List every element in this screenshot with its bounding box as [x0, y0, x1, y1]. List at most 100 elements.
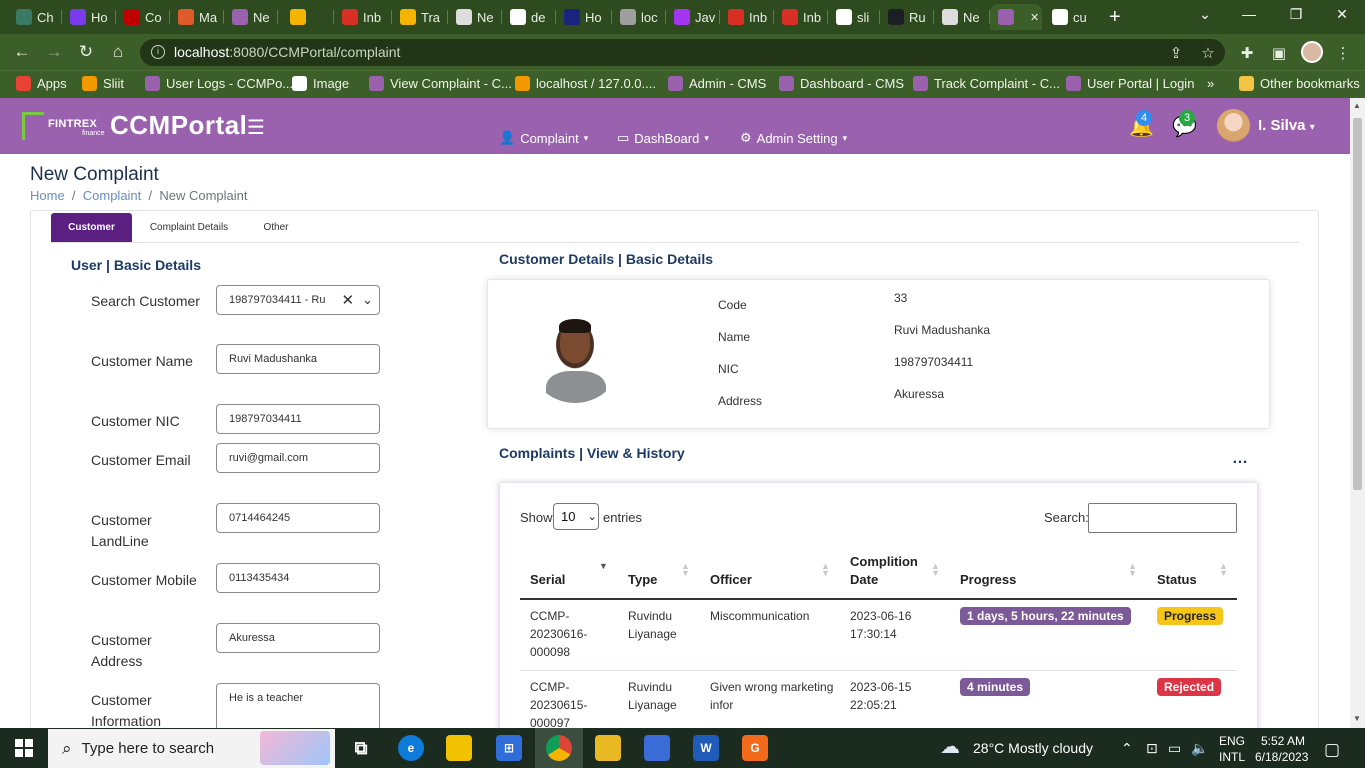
sidepanel-icon[interactable]: ▣: [1270, 44, 1288, 62]
sort-icon[interactable]: ▲ ▼: [821, 562, 830, 578]
browser-tab[interactable]: Ho: [62, 4, 114, 30]
bookmark-item[interactable]: localhost / 127.0.0....: [515, 76, 656, 91]
search-customer-select[interactable]: 198797034411 - Ru ✕ ⌄: [216, 285, 380, 315]
other-bookmarks[interactable]: Other bookmarks: [1239, 76, 1360, 91]
profile-avatar-icon[interactable]: [1301, 41, 1323, 63]
restore-button[interactable]: ❐: [1286, 6, 1306, 23]
bookmark-item[interactable]: View Complaint - C...: [369, 76, 512, 91]
browser-tab[interactable]: Ch: [8, 4, 60, 30]
tab-customer[interactable]: Customer: [51, 213, 132, 242]
pdf-app-icon[interactable]: G: [742, 735, 768, 761]
site-info-icon[interactable]: i: [151, 45, 165, 59]
browser-tab[interactable]: cu: [1044, 4, 1096, 30]
bookmark-item[interactable]: Admin - CMS: [668, 76, 766, 91]
browser-tab[interactable]: Inb: [774, 4, 826, 30]
chrome-menu-icon[interactable]: ⋮: [1334, 44, 1352, 62]
sort-icon[interactable]: ▲ ▼: [1128, 562, 1137, 578]
browser-tab[interactable]: Jav: [666, 4, 718, 30]
clock[interactable]: 5:52 AM 6/18/2023: [1255, 733, 1308, 765]
browser-tab[interactable]: Ho: [556, 4, 610, 30]
scrollbar-thumb[interactable]: [1353, 118, 1362, 490]
menu-dashboard[interactable]: ▭ DashBoard ▾: [617, 130, 709, 146]
tray-app-icon[interactable]: ⊡: [1146, 740, 1158, 757]
chevron-down-icon[interactable]: ⌄: [362, 292, 373, 308]
browser-tab[interactable]: Ru: [880, 4, 932, 30]
column-header[interactable]: Serial: [530, 571, 565, 589]
table-search-input[interactable]: [1088, 503, 1237, 533]
chrome-taskbar-icon[interactable]: [546, 735, 572, 761]
new-tab-button[interactable]: +: [1109, 6, 1121, 29]
form-input[interactable]: ruvi@gmail.com: [216, 443, 380, 473]
form-input[interactable]: 198797034411: [216, 404, 380, 434]
scroll-down-arrow-icon[interactable]: ▼: [1353, 714, 1361, 723]
browser-tab[interactable]: de: [502, 4, 554, 30]
tab-complaint-details[interactable]: Complaint Details: [138, 213, 240, 242]
tab-other[interactable]: Other: [250, 213, 302, 242]
more-options-icon[interactable]: …: [1232, 450, 1248, 468]
browser-tab[interactable]: Co: [116, 4, 168, 30]
sort-icon[interactable]: ▲ ▼: [1219, 562, 1228, 578]
weather-text[interactable]: 28°C Mostly cloudy: [973, 740, 1093, 756]
menu-complaint[interactable]: 👤 Complaint ▾: [499, 130, 588, 146]
browser-tab[interactable]: Tra: [392, 4, 446, 30]
url-text[interactable]: localhost:8080/CCMPortal/complaint: [174, 44, 400, 60]
sort-icon[interactable]: ▼: [599, 562, 608, 571]
minimize-button[interactable]: —: [1239, 6, 1259, 22]
bookmark-star-icon[interactable]: ☆: [1199, 44, 1217, 62]
bookmark-item[interactable]: Track Complaint - C...: [913, 76, 1060, 91]
language-indicator[interactable]: ENG INTL: [1219, 733, 1245, 765]
user-menu[interactable]: I. Silva ▾: [1258, 117, 1315, 134]
word-icon[interactable]: W: [693, 735, 719, 761]
column-header[interactable]: Status: [1157, 571, 1197, 589]
back-icon[interactable]: ←: [11, 42, 33, 62]
user-avatar[interactable]: [1217, 109, 1250, 142]
tab-close-icon[interactable]: ✕: [1030, 11, 1039, 24]
home-icon[interactable]: ⌂: [107, 42, 129, 62]
clear-icon[interactable]: ✕: [342, 291, 355, 309]
tab-search-icon[interactable]: ⌄: [1195, 6, 1215, 23]
bookmark-item[interactable]: Apps: [16, 76, 67, 91]
notification-center-icon[interactable]: ▢: [1324, 740, 1340, 760]
bookmark-item[interactable]: User Portal | Login: [1066, 76, 1194, 91]
form-input[interactable]: 0714464245: [216, 503, 380, 533]
window-close-button[interactable]: ✕: [1332, 6, 1352, 23]
tray-chevron-icon[interactable]: ⌃: [1121, 740, 1133, 757]
reload-icon[interactable]: ↻: [75, 42, 97, 62]
menu-admin-setting[interactable]: ⚙ Admin Setting ▾: [740, 130, 847, 146]
task-view-icon[interactable]: ⧉: [348, 735, 374, 761]
bookmark-item[interactable]: Image: [292, 76, 349, 91]
column-header[interactable]: Officer: [710, 571, 752, 589]
browser-tab[interactable]: ✕: [990, 4, 1042, 30]
extensions-icon[interactable]: ✚: [1238, 44, 1256, 62]
forward-icon[interactable]: →: [43, 42, 65, 62]
sticky-app-icon[interactable]: [595, 735, 621, 761]
breadcrumb-complaint[interactable]: Complaint: [83, 188, 142, 203]
hamburger-menu-icon[interactable]: ☰: [247, 115, 265, 140]
sort-icon[interactable]: ▲ ▼: [931, 562, 940, 578]
form-input[interactable]: Akuressa: [216, 623, 380, 653]
browser-tab[interactable]: Ma: [170, 4, 222, 30]
form-input[interactable]: 0113435434: [216, 563, 380, 593]
column-header[interactable]: Type: [628, 571, 657, 589]
file-explorer-icon[interactable]: [446, 735, 472, 761]
bookmark-item[interactable]: User Logs - CCMPo...: [145, 76, 293, 91]
customer-information-textarea[interactable]: He is a teacher: [216, 683, 380, 731]
browser-tab[interactable]: sli: [828, 4, 878, 30]
share-icon[interactable]: ⇪: [1167, 44, 1185, 62]
browser-tab[interactable]: Ne: [224, 4, 276, 30]
cube-app-icon[interactable]: [644, 735, 670, 761]
store-icon[interactable]: ⊞: [496, 735, 522, 761]
column-header[interactable]: Progress: [960, 571, 1016, 589]
bookmark-item[interactable]: Sliit: [82, 76, 124, 91]
scroll-up-arrow-icon[interactable]: ▲: [1353, 101, 1361, 110]
form-input[interactable]: Ruvi Madushanka: [216, 344, 380, 374]
breadcrumb-home[interactable]: Home: [30, 188, 65, 203]
browser-tab[interactable]: [282, 4, 332, 30]
battery-icon[interactable]: ▭: [1168, 740, 1181, 757]
browser-tab[interactable]: loc: [612, 4, 664, 30]
entries-length-select[interactable]: 10 ⌄: [553, 503, 599, 530]
browser-tab[interactable]: Inb: [334, 4, 390, 30]
browser-tab[interactable]: Ne: [934, 4, 988, 30]
bookmark-item[interactable]: Dashboard - CMS: [779, 76, 904, 91]
edge-icon[interactable]: e: [398, 735, 424, 761]
